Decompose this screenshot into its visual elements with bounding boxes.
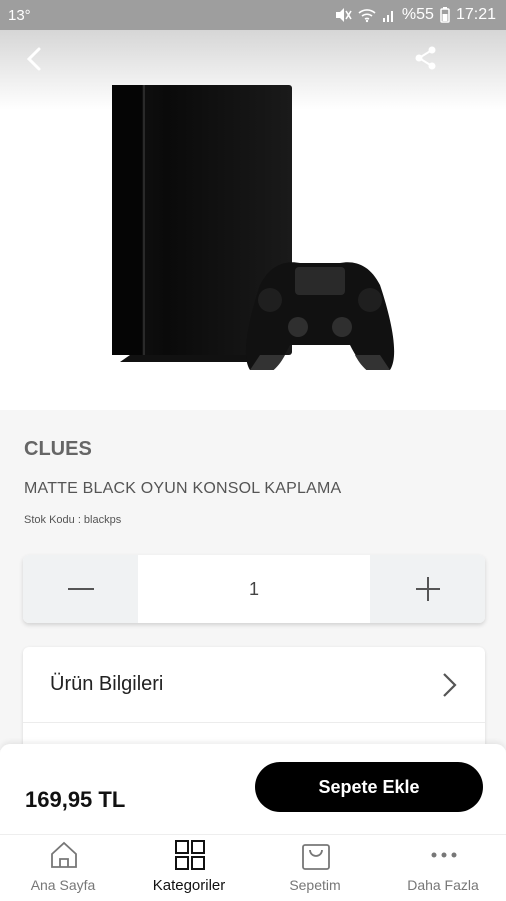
tab-more-label: Daha Fazla xyxy=(407,877,479,893)
bag-icon xyxy=(302,844,330,870)
battery-icon xyxy=(440,7,450,23)
temperature: 13° xyxy=(8,7,31,24)
decrease-button[interactable] xyxy=(23,555,138,623)
product-info-row[interactable]: Ürün Bilgileri xyxy=(23,647,485,723)
product-image[interactable] xyxy=(100,80,410,370)
tab-home-label: Ana Sayfa xyxy=(30,877,96,893)
tab-categories[interactable]: Kategoriler xyxy=(126,835,252,901)
price: 169,95 TL xyxy=(25,787,126,812)
tab-cart-label: Sepetim xyxy=(289,877,341,893)
home-icon xyxy=(51,841,77,868)
increase-button[interactable] xyxy=(370,555,485,623)
brand-name[interactable]: CLUES xyxy=(24,438,92,461)
bottom-navigation: Ana Sayfa Kategoriler Sepetim Daha Fazla xyxy=(0,834,506,900)
signal-icon xyxy=(382,11,393,22)
add-to-cart-button[interactable]: Sepete Ekle xyxy=(255,762,483,812)
more-icon xyxy=(431,852,457,858)
chevron-right-icon xyxy=(443,673,457,697)
stock-code: Stok Kodu : blackps xyxy=(24,514,122,526)
status-bar: 13° %55 17:21 xyxy=(0,0,506,30)
cart-bar: 169,95 TL Sepete Ekle xyxy=(0,744,506,834)
product-title: MATTE BLACK OYUN KONSOL KAPLAMA xyxy=(24,480,342,497)
tab-home[interactable]: Ana Sayfa xyxy=(0,835,126,901)
wifi-icon xyxy=(358,9,376,23)
tab-more[interactable]: Daha Fazla xyxy=(380,835,506,901)
back-icon[interactable] xyxy=(20,44,50,74)
product-details: CLUES MATTE BLACK OYUN KONSOL KAPLAMA St… xyxy=(0,410,506,767)
grid-icon xyxy=(175,840,205,870)
clock: 17:21 xyxy=(455,6,496,23)
tab-categories-label: Kategoriler xyxy=(152,877,226,894)
battery-percent: %55 xyxy=(401,6,434,23)
product-hero xyxy=(0,30,506,410)
tab-cart[interactable]: Sepetim xyxy=(252,835,378,901)
quantity-stepper: 1 xyxy=(23,555,485,623)
mute-icon xyxy=(335,8,352,22)
product-info-label: Ürün Bilgileri xyxy=(50,673,164,695)
minus-icon xyxy=(67,588,94,590)
share-icon[interactable] xyxy=(412,44,440,72)
plus-icon xyxy=(415,577,440,601)
quantity-value[interactable]: 1 xyxy=(138,555,370,623)
